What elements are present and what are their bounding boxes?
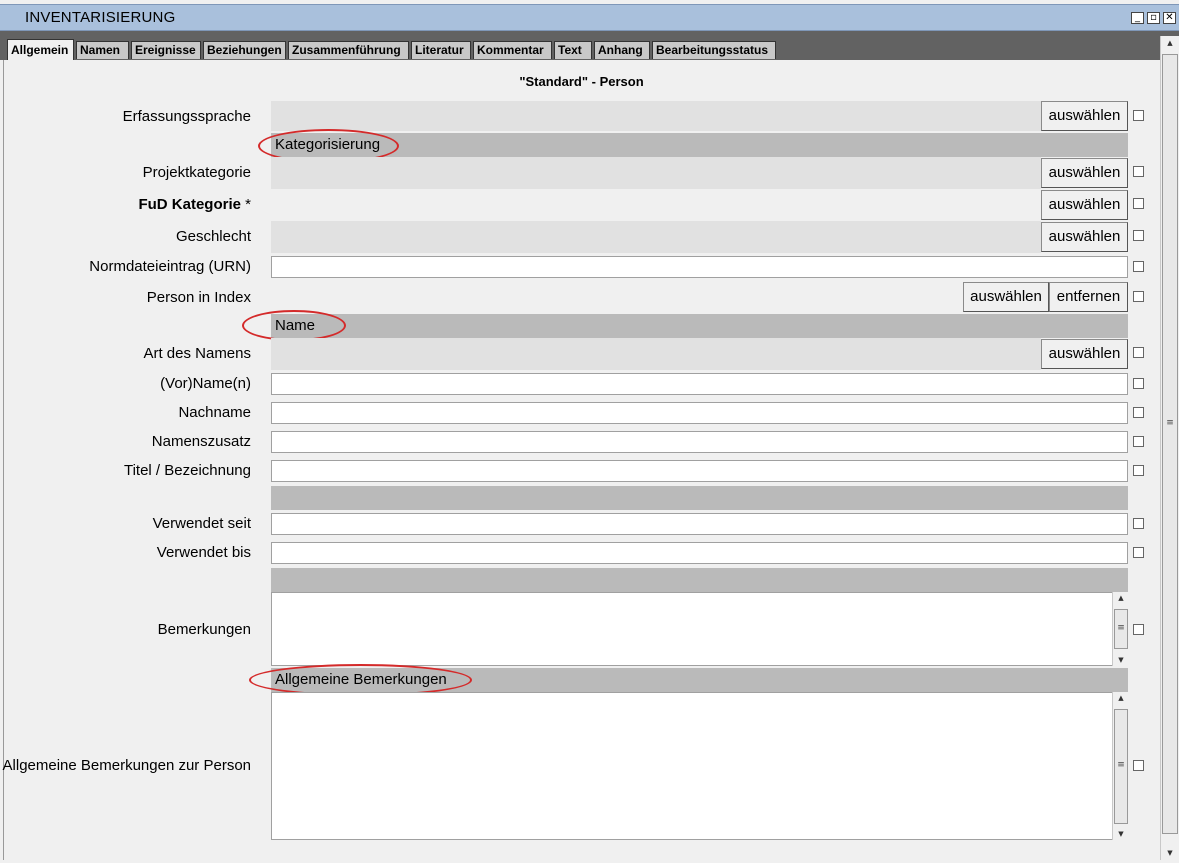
label-allgemeine-bemerkungen-person: Allgemeine Bemerkungen zur Person [2, 757, 251, 774]
person-in-index-checkbox[interactable] [1133, 291, 1144, 302]
art-des-namens-field[interactable] [271, 338, 1041, 370]
grip-icon: ≡ [1117, 760, 1125, 770]
erfassungssprache-field[interactable] [271, 101, 1041, 131]
window-titlebar: INVENTARISIERUNG _ ▫ ✕ [0, 4, 1179, 31]
scroll-up-icon[interactable]: ▲ [1113, 694, 1129, 702]
highlight-ellipse [242, 310, 346, 341]
vorname-input[interactable] [271, 373, 1128, 395]
label-namenszusatz: Namenszusatz [151, 433, 251, 450]
label-verwendet-bis: Verwendet bis [156, 544, 251, 561]
section-separator [271, 486, 1128, 510]
erfassungssprache-select-button[interactable]: auswählen [1041, 101, 1128, 131]
geschlecht-select-button[interactable]: auswählen [1041, 222, 1128, 252]
fud-kategorie-field[interactable] [271, 189, 1041, 221]
tab-allgemein[interactable]: Allgemein [7, 39, 74, 60]
scroll-thumb[interactable] [1162, 54, 1178, 834]
form-heading: "Standard" - Person [519, 74, 644, 89]
grip-icon: ≡ [1117, 623, 1125, 633]
tab-text[interactable]: Text [554, 41, 592, 59]
tab-kommentar[interactable]: Kommentar [473, 41, 552, 59]
tab-namen[interactable]: Namen [76, 41, 129, 59]
art-des-namens-checkbox[interactable] [1133, 347, 1144, 358]
namenszusatz-checkbox[interactable] [1133, 436, 1144, 447]
tab-anhang[interactable]: Anhang [594, 41, 650, 59]
label-normdateieintrag: Normdateieintrag (URN) [89, 258, 251, 275]
normdateieintrag-input[interactable] [271, 256, 1128, 278]
verwendet-bis-checkbox[interactable] [1133, 547, 1144, 558]
scroll-down-icon[interactable]: ▼ [1113, 830, 1129, 838]
scroll-down-icon[interactable]: ▼ [1161, 849, 1179, 857]
fud-kategorie-text: FuD Kategorie [138, 196, 241, 213]
section-name: Name [271, 314, 1128, 338]
projektkategorie-checkbox[interactable] [1133, 166, 1144, 177]
bemerkungen-scrollbar[interactable]: ▲ ≡ ▼ [1112, 592, 1129, 666]
tab-bar: Allgemein Namen Ereignisse Beziehungen Z… [0, 31, 1179, 60]
form-panel: "Standard" - Person Erfassungssprache au… [3, 60, 1159, 860]
allgemeine-bemerkungen-scrollbar[interactable]: ▲ ≡ ▼ [1112, 692, 1129, 840]
scroll-up-icon[interactable]: ▲ [1113, 594, 1129, 602]
erfassungssprache-checkbox[interactable] [1133, 110, 1144, 121]
person-in-index-remove-button[interactable]: entfernen [1049, 282, 1128, 312]
titel-bezeichnung-input[interactable] [271, 460, 1128, 482]
art-des-namens-select-button[interactable]: auswählen [1041, 339, 1128, 369]
verwendet-bis-input[interactable] [271, 542, 1128, 564]
fud-kategorie-select-button[interactable]: auswählen [1041, 190, 1128, 220]
allgemeine-bemerkungen-textarea[interactable] [271, 692, 1114, 840]
maximize-icon[interactable]: ▫ [1147, 12, 1160, 24]
tab-literatur[interactable]: Literatur [411, 41, 471, 59]
label-bemerkungen: Bemerkungen [157, 621, 251, 638]
namenszusatz-input[interactable] [271, 431, 1128, 453]
page-scrollbar[interactable]: ▲ ≡ ▼ [1160, 36, 1179, 860]
label-nachname: Nachname [178, 404, 251, 421]
label-titel-bezeichnung: Titel / Bezeichnung [123, 462, 251, 479]
fud-kategorie-checkbox[interactable] [1133, 198, 1144, 209]
label-geschlecht: Geschlecht [175, 228, 251, 245]
label-verwendet-seit: Verwendet seit [152, 515, 251, 532]
nachname-input[interactable] [271, 402, 1128, 424]
allgemeine-bemerkungen-checkbox[interactable] [1133, 760, 1144, 771]
tab-ereignisse[interactable]: Ereignisse [131, 41, 201, 59]
label-fud-kategorie: FuD Kategorie * [138, 196, 251, 213]
projektkategorie-field[interactable] [271, 157, 1041, 189]
bemerkungen-checkbox[interactable] [1133, 624, 1144, 635]
nachname-checkbox[interactable] [1133, 407, 1144, 418]
person-in-index-select-button[interactable]: auswählen [963, 282, 1049, 312]
verwendet-seit-checkbox[interactable] [1133, 518, 1144, 529]
geschlecht-field[interactable] [271, 221, 1041, 253]
tab-bearbeitungsstatus[interactable]: Bearbeitungsstatus [652, 41, 776, 59]
grip-icon: ≡ [1166, 418, 1174, 428]
minimize-icon[interactable]: _ [1131, 12, 1144, 24]
verwendet-seit-input[interactable] [271, 513, 1128, 535]
section-separator [271, 568, 1128, 592]
tab-beziehungen[interactable]: Beziehungen [203, 41, 286, 59]
section-kategorisierung: Kategorisierung [271, 133, 1128, 157]
label-projektkategorie: Projektkategorie [142, 164, 251, 181]
window-title: INVENTARISIERUNG [25, 9, 176, 26]
geschlecht-checkbox[interactable] [1133, 230, 1144, 241]
normdateieintrag-checkbox[interactable] [1133, 261, 1144, 272]
required-marker: * [240, 196, 251, 213]
label-vorname: (Vor)Name(n) [160, 375, 251, 392]
label-erfassungssprache: Erfassungssprache [122, 108, 251, 125]
bemerkungen-textarea[interactable] [271, 592, 1114, 666]
projektkategorie-select-button[interactable]: auswählen [1041, 158, 1128, 188]
vorname-checkbox[interactable] [1133, 378, 1144, 389]
tab-zusammenfuehrung[interactable]: Zusammenführung [288, 41, 409, 59]
titel-bezeichnung-checkbox[interactable] [1133, 465, 1144, 476]
label-art-des-namens: Art des Namens [143, 345, 251, 362]
scroll-down-icon[interactable]: ▼ [1113, 656, 1129, 664]
scroll-up-icon[interactable]: ▲ [1161, 39, 1179, 47]
person-in-index-field[interactable] [271, 282, 963, 314]
label-person-in-index: Person in Index [146, 289, 251, 306]
close-icon[interactable]: ✕ [1163, 12, 1176, 24]
